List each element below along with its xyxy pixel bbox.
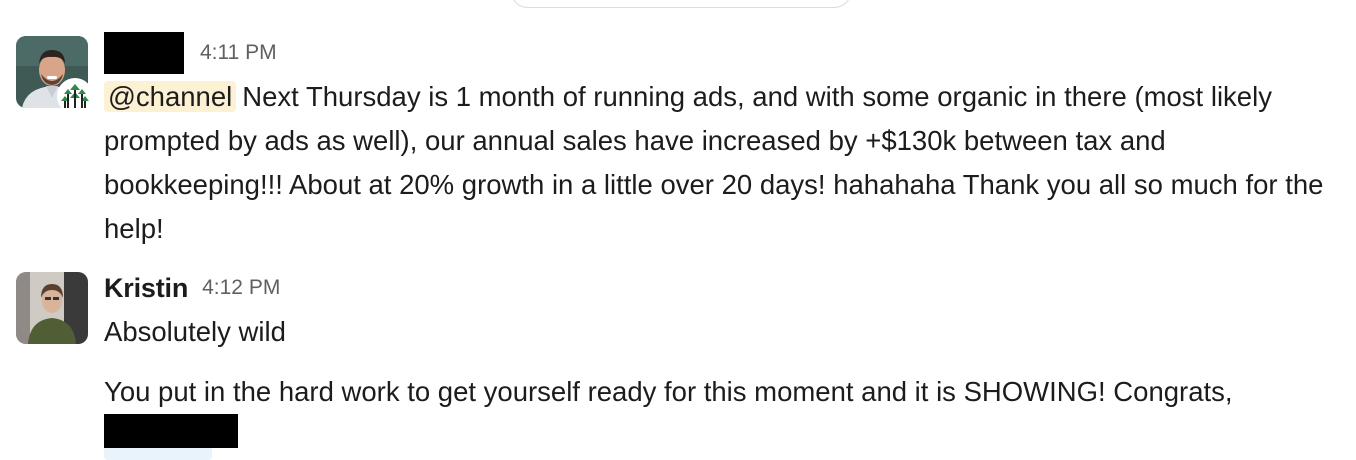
message-timestamp[interactable]: 4:12 PM <box>202 276 280 300</box>
message-timestamp[interactable]: 4:11 PM <box>200 41 277 65</box>
message-header: 4:11 PM <box>104 32 277 74</box>
avatar[interactable] <box>16 272 88 344</box>
date-divider-pill[interactable] <box>510 0 852 8</box>
message-paragraph: Absolutely wild <box>104 316 286 347</box>
redacted-author-name <box>104 32 184 74</box>
org-badge-icon <box>57 78 93 114</box>
author-name[interactable]: Kristin <box>104 273 188 304</box>
channel-mention[interactable]: @channel <box>104 81 237 112</box>
redacted-user-mention <box>104 414 238 448</box>
message-text: Next Thursday is 1 month of running ads,… <box>104 81 1324 244</box>
avatar-photo <box>16 272 88 344</box>
message-paragraph: You put in the hard work to get yourself… <box>104 376 1233 407</box>
message-header: Kristin 4:12 PM <box>104 268 280 308</box>
message-body: @channel Next Thursday is 1 month of runn… <box>104 75 1344 251</box>
